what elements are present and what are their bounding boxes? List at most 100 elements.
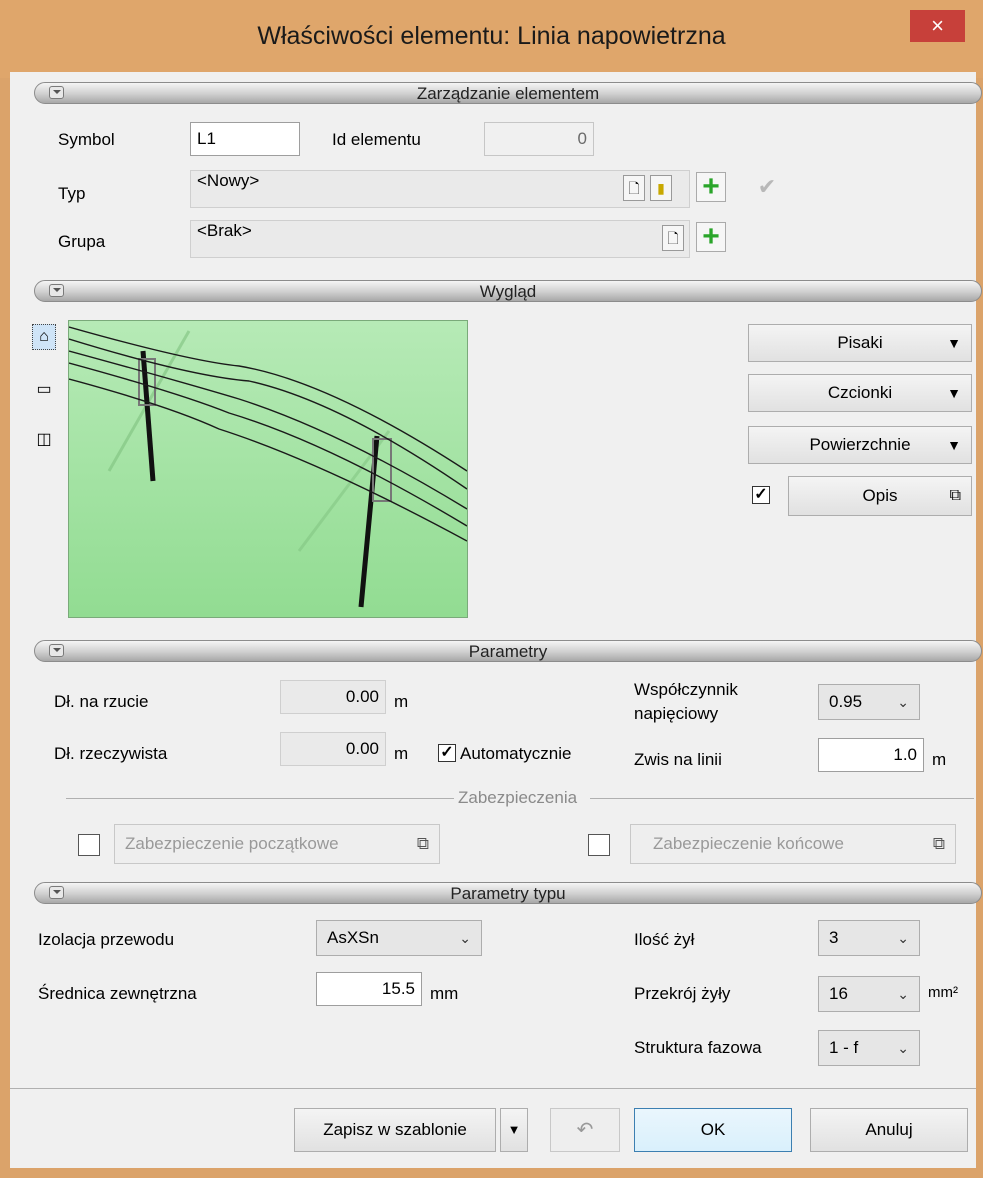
type-field[interactable]: <Nowy> [190, 170, 690, 208]
diameter-label: Średnica zewnętrzna [38, 984, 197, 1003]
database-icon[interactable]: ▮ [650, 175, 672, 201]
real-length-unit: m [394, 744, 409, 763]
sag-label: Zwis na linii [634, 750, 722, 769]
voltage-factor-select[interactable]: 0.95 ⌄ [818, 684, 920, 720]
insulation-select[interactable]: AsXSn ⌄ [316, 920, 482, 956]
footer-divider [10, 1088, 976, 1089]
apply-check-icon: ✔ [757, 174, 777, 199]
add-type-button[interactable]: + [696, 172, 726, 202]
diameter-unit: mm [430, 984, 459, 1003]
type-value: <Nowy> [197, 171, 260, 190]
close-button[interactable]: × [910, 10, 965, 42]
section-title: Zarządzanie elementem [416, 84, 600, 103]
insulation-value: AsXSn [327, 928, 379, 947]
end-protection-checkbox[interactable] [588, 834, 610, 856]
description-button[interactable]: Opis ⧉ [788, 476, 972, 516]
auto-label: Automatycznie [460, 744, 572, 763]
section-title: Parametry typu [450, 884, 566, 903]
id-input: 0 [484, 122, 594, 156]
voltage-factor-value: 0.95 [829, 692, 863, 711]
section-title: Parametry [468, 642, 548, 661]
group-value: <Brak> [197, 221, 252, 240]
projected-length-label: Dł. na rzucie [54, 692, 149, 711]
plan-view-icon[interactable]: ▭ [32, 378, 56, 404]
dropdown-arrow-icon: ▼ [947, 437, 961, 453]
projected-length-unit: m [394, 692, 409, 711]
chevron-down-icon: ⌄ [459, 930, 471, 946]
chevron-down-icon: ⌄ [897, 1040, 909, 1056]
cross-section-unit: mm² [928, 984, 958, 1001]
group-label: Grupa [58, 232, 106, 251]
pens-dropdown-button[interactable]: Pisaki ▼ [748, 324, 972, 362]
undo-icon[interactable]: ↶ [550, 1108, 620, 1152]
real-length-label: Dł. rzeczywista [54, 744, 168, 763]
fonts-dropdown-button[interactable]: Czcionki ▼ [748, 374, 972, 412]
sag-unit: m [932, 750, 947, 769]
power-line-illustration [68, 321, 468, 617]
popup-icon: ⧉ [416, 834, 429, 853]
start-protection-checkbox[interactable] [78, 834, 100, 856]
document-icon[interactable]: 🗋 [623, 175, 645, 201]
popup-icon: ⧉ [949, 487, 961, 504]
type-label: Typ [58, 184, 86, 203]
preview-image [68, 320, 468, 618]
popup-icon: ⧉ [932, 834, 945, 853]
phase-structure-value: 1 - f [829, 1038, 859, 1057]
phase-structure-label: Struktura fazowa [634, 1038, 762, 1057]
cross-section-value: 16 [829, 984, 848, 1003]
symbol-label: Symbol [58, 130, 115, 149]
id-label: Id elementu [332, 130, 421, 149]
auto-checkbox[interactable]: ✓ [438, 744, 456, 762]
section-title: Wygląd [479, 282, 537, 301]
end-protection-button[interactable]: Zabezpieczenie końcowe ⧉ [630, 824, 956, 864]
voltage-factor-label-line2: napięciowy [634, 704, 719, 723]
add-group-button[interactable]: + [696, 222, 726, 252]
voltage-factor-label-line1: Współczynnik [634, 680, 738, 699]
protection-heading: Zabezpieczenia [458, 788, 578, 807]
group-field[interactable]: <Brak> [190, 220, 690, 258]
dropdown-arrow-icon: ▼ [947, 385, 961, 401]
section-header-type-parameters[interactable]: Parametry typu [34, 882, 982, 904]
cancel-button[interactable]: Anuluj [810, 1108, 968, 1152]
symbol-input[interactable]: L1 [190, 122, 300, 156]
insulation-label: Izolacja przewodu [38, 930, 175, 949]
chevron-down-icon: ⌄ [897, 986, 909, 1002]
description-label: Opis [862, 486, 898, 505]
description-checkbox[interactable]: ✓ [752, 486, 770, 504]
save-template-dropdown-button[interactable]: ▼ [500, 1108, 528, 1152]
cores-value: 3 [829, 928, 839, 947]
cross-section-label: Przekrój żyły [634, 984, 731, 1003]
surfaces-dropdown-button[interactable]: Powierzchnie ▼ [748, 426, 972, 464]
window-title: Właściwości elementu: Linia napowietrzna [257, 22, 726, 50]
start-protection-button[interactable]: Zabezpieczenie początkowe ⧉ [114, 824, 440, 864]
real-length-input: 0.00 [280, 732, 386, 766]
fonts-label: Czcionki [827, 383, 893, 402]
cores-label: Ilość żył [634, 930, 695, 949]
divider [66, 798, 454, 799]
diameter-input[interactable]: 15.5 [316, 972, 422, 1006]
end-protection-label: Zabezpieczenie końcowe [653, 834, 844, 853]
title-bar[interactable]: Właściwości elementu: Linia napowietrzna… [0, 0, 983, 78]
dropdown-arrow-icon: ▼ [947, 335, 961, 351]
cross-section-select[interactable]: 16 ⌄ [818, 976, 920, 1012]
save-template-button[interactable]: Zapisz w szablonie [294, 1108, 496, 1152]
phase-structure-select[interactable]: 1 - f ⌄ [818, 1030, 920, 1066]
sag-input[interactable]: 1.0 [818, 738, 924, 772]
start-protection-label: Zabezpieczenie początkowe [125, 834, 339, 853]
dialog-window: Właściwości elementu: Linia napowietrzna… [0, 0, 983, 1178]
3d-view-icon[interactable]: ◫ [32, 428, 56, 454]
document-icon[interactable]: 🗋 [662, 225, 684, 251]
cores-select[interactable]: 3 ⌄ [818, 920, 920, 956]
ok-button[interactable]: OK [634, 1108, 792, 1152]
section-header-parameters[interactable]: Parametry [34, 640, 982, 662]
projected-length-input: 0.00 [280, 680, 386, 714]
surfaces-label: Powierzchnie [809, 435, 911, 454]
section-header-management[interactable]: Zarządzanie elementem [34, 82, 982, 104]
dialog-client: Zarządzanie elementem Symbol L1 Id eleme… [10, 72, 982, 1168]
chevron-down-icon: ⌄ [897, 694, 909, 710]
chevron-down-icon: ⌄ [897, 930, 909, 946]
divider [590, 798, 974, 799]
pens-label: Pisaki [837, 333, 883, 352]
camera-icon[interactable]: ⌂ [32, 324, 56, 350]
section-header-appearance[interactable]: Wygląd [34, 280, 982, 302]
